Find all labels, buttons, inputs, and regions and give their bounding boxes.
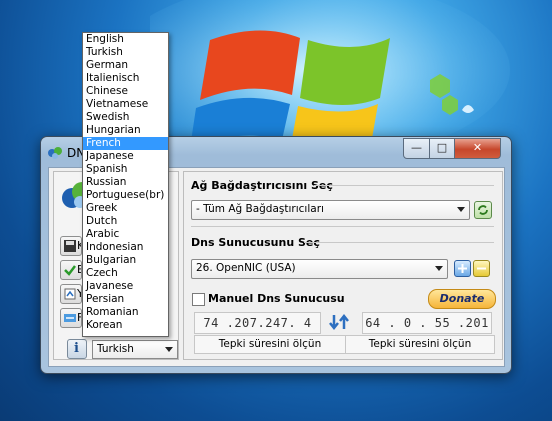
app-icon: [48, 147, 62, 159]
language-option[interactable]: Indonesian: [83, 241, 168, 254]
divider: [314, 185, 494, 186]
dns-server-heading: Dns Sunucusunu Seç: [191, 236, 320, 249]
language-option[interactable]: Romanian: [83, 306, 168, 319]
refresh-icon: [478, 205, 488, 215]
language-option[interactable]: Persian: [83, 293, 168, 306]
language-option[interactable]: Italienisch: [83, 72, 168, 85]
language-option[interactable]: Vietnamese: [83, 98, 168, 111]
language-option[interactable]: Dutch: [83, 215, 168, 228]
backup-icon: [64, 288, 76, 300]
close-button[interactable]: ✕: [454, 138, 501, 159]
language-option[interactable]: French: [83, 137, 168, 150]
divider: [304, 242, 494, 243]
flush-button[interactable]: F: [60, 308, 82, 328]
primary-response-test-button[interactable]: Tepki süresini ölçün: [194, 335, 346, 354]
manual-dns-label: Manuel Dns Sunucusu: [208, 292, 345, 305]
language-select[interactable]: Turkish: [92, 340, 178, 359]
language-option[interactable]: Japanese: [83, 150, 168, 163]
maximize-button[interactable]: □: [429, 138, 455, 159]
minimize-button[interactable]: —: [403, 138, 430, 159]
language-option[interactable]: Russian: [83, 176, 168, 189]
chevron-down-icon: [435, 266, 443, 271]
save-button[interactable]: K: [60, 236, 82, 256]
language-option[interactable]: Arabic: [83, 228, 168, 241]
minus-icon: [477, 267, 486, 270]
language-option[interactable]: Czech: [83, 267, 168, 280]
dns-server-select[interactable]: 26. OpenNIC (USA): [191, 259, 448, 279]
language-dropdown-list[interactable]: English Turkish German Italienisch Chinese Vi…: [82, 32, 169, 337]
language-option[interactable]: Turkish: [83, 46, 168, 59]
add-dns-button[interactable]: [454, 260, 471, 277]
adapter-select[interactable]: - Tüm Ağ Bağdaştırıcıları: [191, 200, 470, 220]
language-option[interactable]: Hungarian: [83, 124, 168, 137]
secondary-dns-value: 64 . 0 . 55 .201: [365, 316, 489, 330]
remove-dns-button[interactable]: [473, 260, 490, 277]
apply-button[interactable]: E: [60, 260, 82, 280]
checkmark-icon: [64, 265, 76, 276]
info-icon: i: [74, 341, 79, 356]
donate-button[interactable]: Donate: [428, 289, 496, 309]
secondary-dns-field[interactable]: 64 . 0 . 55 .201: [362, 312, 492, 334]
refresh-network-icon: [64, 314, 76, 322]
right-panel: Ağ Bağdaştırıcısını Seç - Tüm Ağ Bağdaşt…: [183, 171, 503, 360]
language-select-value: Turkish: [97, 343, 134, 355]
adapter-heading: Ağ Bağdaştırıcısını Seç: [191, 179, 333, 192]
primary-dns-value: 74 .207.247. 4: [203, 316, 312, 330]
windows-logo-graphic: [150, 0, 510, 150]
swap-dns-icon[interactable]: [328, 312, 350, 332]
chevron-down-icon: [457, 207, 465, 212]
language-option[interactable]: Spanish: [83, 163, 168, 176]
language-option[interactable]: Greek: [83, 202, 168, 215]
plus-icon: [458, 264, 467, 273]
language-option[interactable]: Swedish: [83, 111, 168, 124]
dns-server-select-value: 26. OpenNIC (USA): [196, 262, 296, 274]
secondary-response-test-button[interactable]: Tepki süresini ölçün: [345, 335, 495, 354]
info-button[interactable]: i: [67, 339, 87, 359]
language-option[interactable]: Chinese: [83, 85, 168, 98]
language-option[interactable]: German: [83, 59, 168, 72]
primary-dns-field[interactable]: 74 .207.247. 4: [194, 312, 321, 334]
language-option[interactable]: Korean: [83, 319, 168, 332]
refresh-adapters-button[interactable]: [474, 201, 492, 219]
language-option[interactable]: English: [83, 33, 168, 46]
divider: [191, 226, 494, 227]
language-option[interactable]: Portuguese(br): [83, 189, 168, 202]
language-option[interactable]: Bulgarian: [83, 254, 168, 267]
language-option[interactable]: Javanese: [83, 280, 168, 293]
save-icon: [64, 240, 76, 252]
backup-button[interactable]: Y: [60, 284, 82, 304]
chevron-down-icon: [165, 347, 173, 352]
manual-dns-checkbox[interactable]: [192, 293, 205, 306]
adapter-select-value: - Tüm Ağ Bağdaştırıcıları: [196, 203, 324, 215]
